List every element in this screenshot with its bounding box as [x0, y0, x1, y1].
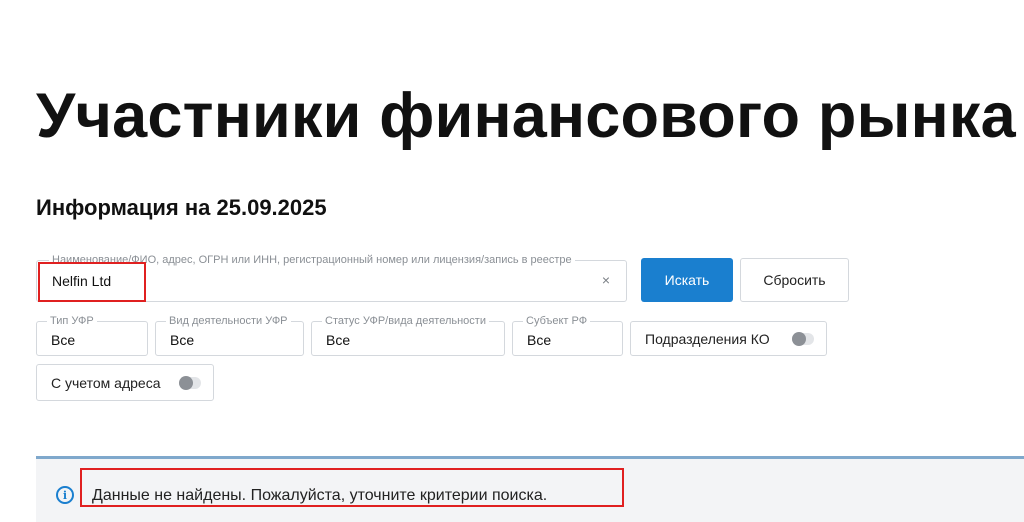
page-title: Участники финансового рынка — [36, 81, 1016, 151]
info-icon: i — [56, 486, 74, 504]
filter-label: Тип УФР — [47, 314, 97, 328]
address-toggle-label: С учетом адреса — [51, 374, 161, 391]
branches-toggle-box[interactable]: Подразделения КО — [630, 321, 827, 356]
filter-value: Все — [527, 332, 552, 348]
filter-activity-type[interactable]: Вид деятельности УФР Все — [155, 314, 304, 356]
search-input[interactable]: Наименование/ФИО, адрес, ОГРН или ИНН, р… — [36, 253, 627, 302]
address-toggle-switch[interactable] — [179, 376, 201, 390]
filter-status[interactable]: Статус УФР/вида деятельности Все — [311, 314, 505, 356]
search-input-label: Наименование/ФИО, адрес, ОГРН или ИНН, р… — [49, 253, 575, 267]
filter-value: Все — [170, 332, 195, 348]
filter-value: Все — [326, 332, 351, 348]
search-button[interactable]: Искать — [641, 258, 733, 302]
reset-button[interactable]: Сбросить — [740, 258, 849, 302]
filter-region[interactable]: Субъект РФ Все — [512, 314, 623, 356]
result-message: Данные не найдены. Пожалуйста, уточните … — [92, 487, 548, 504]
result-panel: i Данные не найдены. Пожалуйста, уточнит… — [36, 456, 1024, 522]
address-toggle-box[interactable]: С учетом адреса — [36, 364, 214, 401]
branches-toggle-switch[interactable] — [792, 332, 814, 346]
filter-value: Все — [51, 332, 76, 348]
filter-label: Субъект РФ — [523, 314, 591, 328]
branches-toggle-label: Подразделения КО — [645, 330, 770, 347]
filter-label: Статус УФР/вида деятельности — [322, 314, 489, 328]
info-date-heading: Информация на 25.09.2025 — [36, 195, 327, 220]
search-input-value[interactable]: Nelfin Ltd — [52, 273, 111, 289]
filter-ufr-type[interactable]: Тип УФР Все — [36, 314, 148, 356]
clear-icon[interactable]: × — [602, 272, 610, 288]
filter-label: Вид деятельности УФР — [166, 314, 291, 328]
